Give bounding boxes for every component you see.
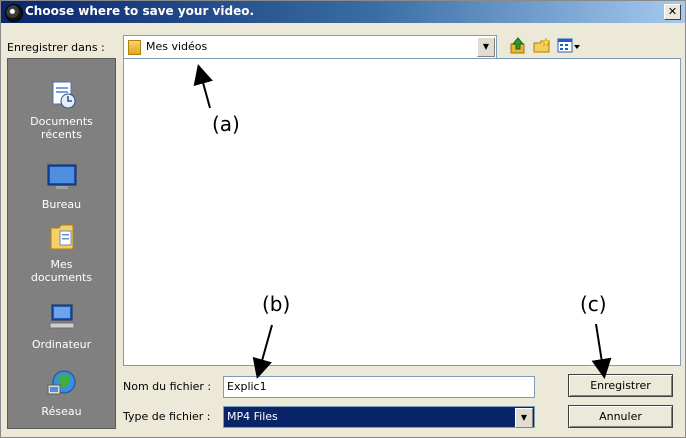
annotation-b: (b) — [262, 292, 291, 316]
annotation-arrow-c — [591, 323, 612, 379]
annotation-c: (c) — [580, 292, 607, 316]
annotation-arrow-a — [193, 64, 213, 109]
annotation-arrows — [193, 64, 612, 379]
annotation-arrow-b — [252, 324, 273, 379]
annotation-a: (a) — [212, 112, 240, 136]
